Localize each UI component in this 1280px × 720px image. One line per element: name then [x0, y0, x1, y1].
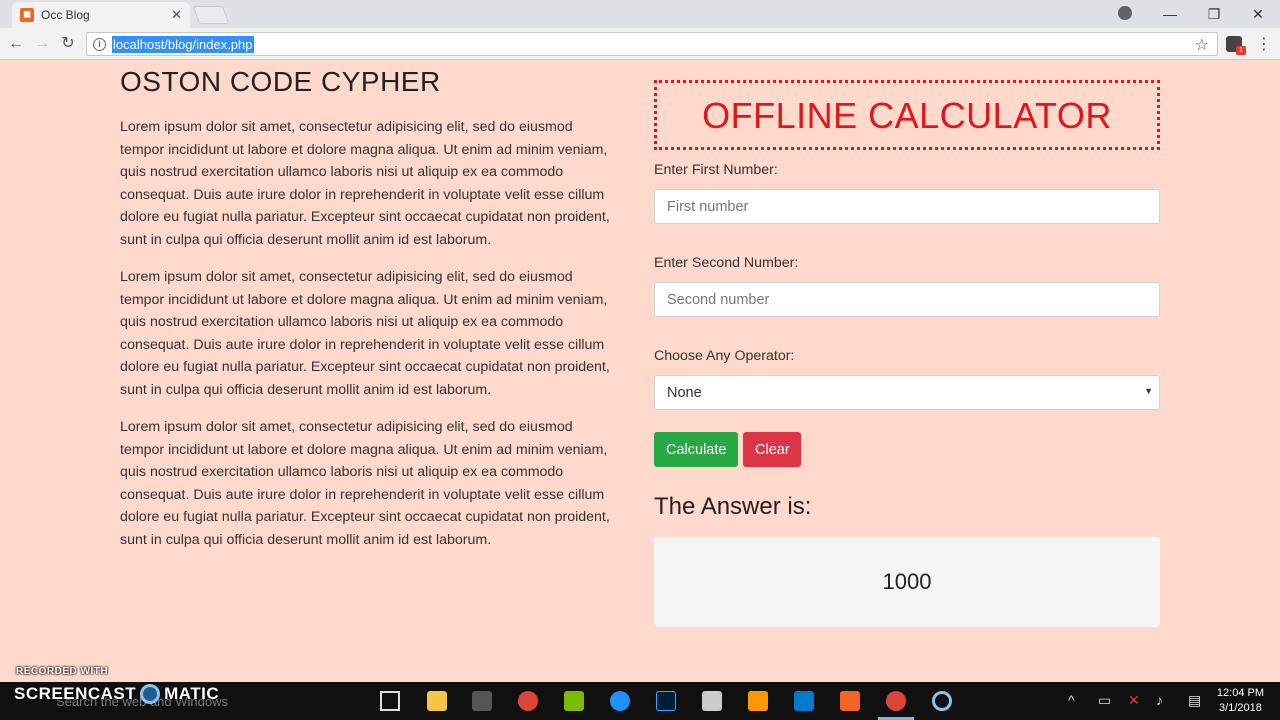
watermark-right-text: MATIC: [164, 684, 220, 703]
site-title: OSTON CODE CYPHER: [120, 66, 441, 97]
page-favicon: ◼: [20, 8, 34, 22]
back-icon[interactable]: ←: [6, 34, 26, 54]
system-clock[interactable]: 12:04 PM 3/1/2018: [1217, 686, 1264, 716]
tab-title: Occ Blog: [41, 8, 90, 22]
clock-time: 12:04 PM: [1216, 687, 1264, 699]
first-number-label: Enter First Number:: [654, 162, 778, 178]
watermark-logo-icon: [140, 684, 161, 704]
second-number-label: Enter Second Number:: [654, 255, 799, 271]
watermark-small-text: RECORDED WITH: [16, 666, 109, 677]
star-icon[interactable]: ☆: [1195, 35, 1209, 55]
task-view-icon[interactable]: [380, 691, 400, 711]
screencast-icon[interactable]: [932, 691, 952, 711]
button-row: Calculate Clear: [654, 432, 1160, 467]
network-icon[interactable]: ✕: [1128, 692, 1140, 709]
xampp-icon[interactable]: [840, 691, 860, 711]
watermark-left-text: SCREENCAST: [14, 684, 137, 703]
blog-content: OSTON CODE CYPHER Lorem ipsum dolor sit …: [120, 62, 620, 566]
calculate-button[interactable]: Calculate: [654, 432, 738, 467]
clear-button[interactable]: Clear: [743, 432, 801, 467]
address-bar[interactable]: i localhost/blog/index.php ☆: [86, 32, 1218, 56]
photoshop-icon[interactable]: [656, 691, 676, 711]
chevron-down-icon: ▼: [1144, 386, 1153, 396]
reload-icon[interactable]: ↻: [58, 34, 78, 54]
restore-icon[interactable]: ❐: [1192, 6, 1236, 23]
notification-icon[interactable]: ▤: [1188, 692, 1201, 709]
paragraph: Lorem ipsum dolor sit amet, consectetur …: [120, 269, 610, 398]
browser-tab[interactable]: ◼ Occ Blog ✕: [12, 2, 190, 28]
operator-label: Choose Any Operator:: [654, 348, 795, 364]
answer-title: The Answer is:: [654, 493, 812, 520]
file-explorer-icon[interactable]: [427, 691, 447, 711]
battery-icon[interactable]: ▭: [1098, 692, 1111, 709]
menu-icon[interactable]: ⋮: [1256, 34, 1272, 54]
first-number-input[interactable]: [654, 189, 1160, 224]
extension-badge: 1: [1236, 46, 1246, 55]
chrome-active-icon[interactable]: [886, 691, 906, 711]
answer-display: 1000: [654, 537, 1160, 627]
paragraph: Lorem ipsum dolor sit amet, consectetur …: [120, 119, 610, 248]
window-controls: — ❐ ✕: [1148, 0, 1280, 28]
url-text[interactable]: localhost/blog/index.php: [112, 35, 254, 53]
minimize-icon[interactable]: —: [1148, 6, 1192, 22]
operator-selected-value: None: [667, 384, 702, 401]
window-close-icon[interactable]: ✕: [1236, 6, 1280, 23]
browser-toolbar: ← → ↻ i localhost/blog/index.php ☆ 1 ⋮: [0, 28, 1280, 60]
volume-icon[interactable]: ♪: [1156, 692, 1163, 708]
profile-icon[interactable]: [1118, 6, 1132, 20]
forward-icon[interactable]: →: [32, 34, 52, 54]
office-icon[interactable]: [564, 691, 584, 711]
clock-date: 3/1/2018: [1219, 702, 1262, 714]
chrome-icon[interactable]: [518, 691, 538, 711]
info-icon[interactable]: i: [93, 37, 106, 51]
close-icon[interactable]: ✕: [171, 7, 182, 23]
vscode-icon[interactable]: [794, 691, 814, 711]
tray-chevron-icon[interactable]: ^: [1068, 692, 1075, 708]
paragraph: Lorem ipsum dolor sit amet, consectetur …: [120, 419, 610, 548]
calculator-title: OFFLINE CALCULATOR: [654, 80, 1160, 150]
sublime-icon[interactable]: [748, 691, 768, 711]
edge-icon[interactable]: [610, 691, 630, 711]
second-number-input[interactable]: [654, 282, 1160, 317]
app-icon[interactable]: [702, 691, 722, 711]
browser-tab-bar: ◼ Occ Blog ✕ — ❐ ✕: [0, 0, 1280, 28]
calculator-panel: OFFLINE CALCULATOR Enter First Number: E…: [654, 80, 1160, 627]
new-tab-button[interactable]: [192, 6, 230, 24]
store-icon[interactable]: [472, 691, 492, 711]
operator-select[interactable]: None ▼: [654, 375, 1160, 410]
screencast-watermark: SCREENCAST MATIC: [14, 684, 219, 704]
